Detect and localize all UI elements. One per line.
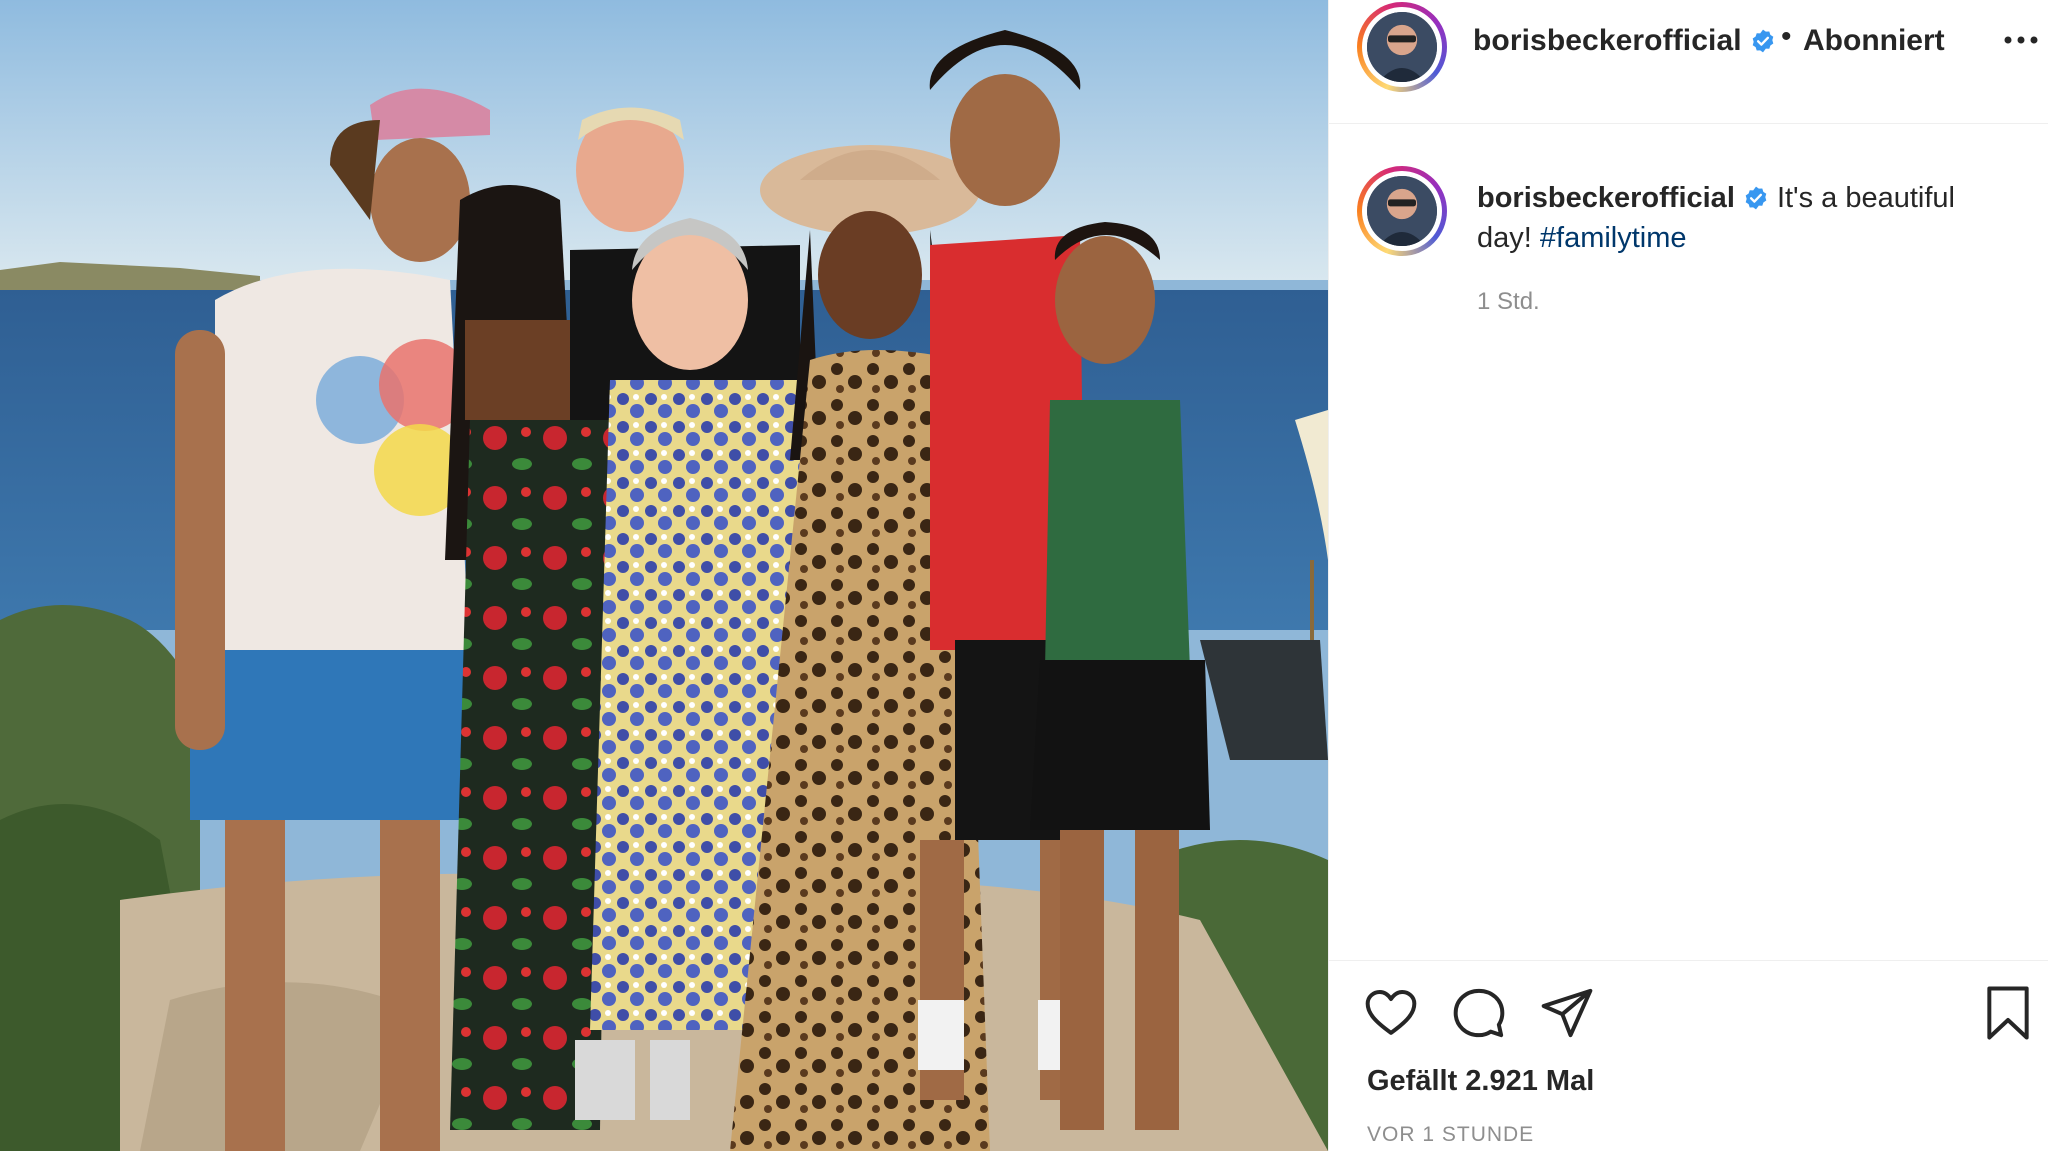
verified-badge-icon bbox=[1752, 29, 1773, 53]
verified-badge-icon bbox=[1745, 186, 1767, 210]
caption-hashtag-link[interactable]: #familytime bbox=[1540, 222, 1687, 254]
post-details-panel: borisbeckerofficial • Abonniert borisbec… bbox=[1328, 0, 2048, 1151]
post-timestamp[interactable]: VOR 1 STUNDE bbox=[1367, 1123, 1534, 1147]
post-caption: borisbeckerofficial It's a beautiful day… bbox=[1477, 178, 2017, 258]
bookmark-icon[interactable] bbox=[1983, 985, 2033, 1041]
more-options-icon[interactable] bbox=[2001, 30, 2041, 50]
family-photo-illustration bbox=[0, 0, 1328, 1151]
avatar-image bbox=[1367, 176, 1437, 246]
paper-plane-icon[interactable] bbox=[1539, 985, 1595, 1041]
likes-count[interactable]: Gefällt 2.921 Mal bbox=[1367, 1065, 1594, 1098]
caption-username[interactable]: borisbeckerofficial bbox=[1477, 182, 1735, 214]
post-header: borisbeckerofficial • Abonniert bbox=[1329, 0, 2048, 124]
author-username: borisbeckerofficial bbox=[1473, 24, 1742, 57]
follow-status-button[interactable]: Abonniert bbox=[1803, 24, 1945, 58]
author-username-link[interactable]: borisbeckerofficial bbox=[1473, 24, 1776, 58]
author-avatar[interactable] bbox=[1357, 2, 1447, 92]
heart-icon[interactable] bbox=[1363, 985, 1419, 1041]
avatar-image bbox=[1367, 12, 1437, 82]
header-separator: • bbox=[1781, 20, 1792, 53]
comment-icon[interactable] bbox=[1451, 985, 1507, 1041]
post-actions: Gefällt 2.921 Mal VOR 1 STUNDE bbox=[1329, 960, 2048, 1151]
caption-avatar[interactable] bbox=[1357, 166, 1447, 256]
caption-relative-time: 1 Std. bbox=[1477, 288, 1540, 315]
post-photo[interactable] bbox=[0, 0, 1328, 1151]
